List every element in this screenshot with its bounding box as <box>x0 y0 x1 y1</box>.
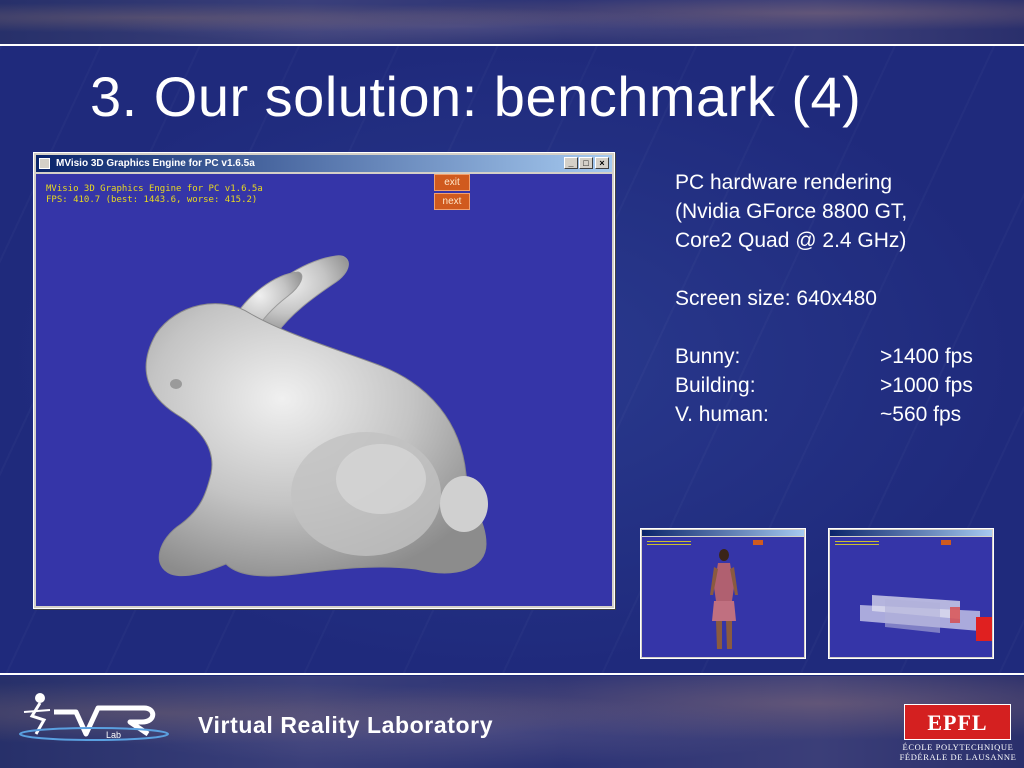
window-titlebar[interactable]: MVisio 3D Graphics Engine for PC v1.6.5a… <box>36 155 612 172</box>
result-row: V. human: ~560 fps <box>675 400 1015 429</box>
epfl-subtitle: ÉCOLE POLYTECHNIQUE FÉDÉRALE DE LAUSANNE <box>898 742 1018 762</box>
thumbnail-titlebar <box>830 530 992 536</box>
hardware-line-3: Core2 Quad @ 2.4 GHz) <box>675 229 907 252</box>
window-title: MVisio 3D Graphics Engine for PC v1.6.5a <box>56 158 255 169</box>
maximize-button[interactable]: □ <box>579 157 593 169</box>
lab-name: Virtual Reality Laboratory <box>198 712 494 738</box>
footer-divider <box>0 673 1024 675</box>
thumbnail-viewport <box>830 537 992 657</box>
result-label: Building: <box>675 374 756 397</box>
thumbnail-virtual-human <box>640 528 806 659</box>
thumbnail-viewport <box>642 537 804 657</box>
epfl-subtitle-line-2: FÉDÉRALE DE LAUSANNE <box>899 752 1017 762</box>
result-value: ~560 fps <box>880 403 962 426</box>
virtual-human-render <box>710 549 738 649</box>
screen-size: Screen size: 640x480 <box>675 287 877 310</box>
result-value: >1400 fps <box>880 345 973 368</box>
logo-lab-text: Lab <box>106 730 121 740</box>
result-label: V. human: <box>675 403 769 426</box>
benchmark-info: PC hardware rendering (Nvidia GForce 880… <box>675 168 1015 429</box>
app-icon <box>39 158 50 169</box>
epfl-mark: EPFL <box>927 710 988 735</box>
minimize-button[interactable]: _ <box>564 157 578 169</box>
epfl-subtitle-line-1: ÉCOLE POLYTECHNIQUE <box>902 742 1014 752</box>
header-photo-band <box>0 0 1024 44</box>
hardware-line-2: (Nvidia GForce 8800 GT, <box>675 200 908 223</box>
slide-title: 3. Our solution: benchmark (4) <box>90 65 862 128</box>
thumbnail-titlebar <box>642 530 804 536</box>
vrlab-logo: Lab <box>19 693 169 741</box>
bunny-render <box>145 255 488 577</box>
result-value: >1000 fps <box>880 374 973 397</box>
building-render <box>860 595 992 641</box>
benchmark-window: MVisio 3D Graphics Engine for PC v1.6.5a… <box>33 152 615 609</box>
epfl-logo: EPFL <box>904 704 1011 740</box>
hardware-line-1: PC hardware rendering <box>675 171 893 194</box>
result-row: Building: >1000 fps <box>675 371 1015 400</box>
result-label: Bunny: <box>675 345 741 368</box>
result-row: Bunny: >1400 fps <box>675 342 1015 371</box>
thumbnail-building <box>828 528 994 659</box>
close-button[interactable]: × <box>595 157 609 169</box>
render-viewport: MVisio 3D Graphics Engine for PC v1.6.5a… <box>36 174 612 606</box>
